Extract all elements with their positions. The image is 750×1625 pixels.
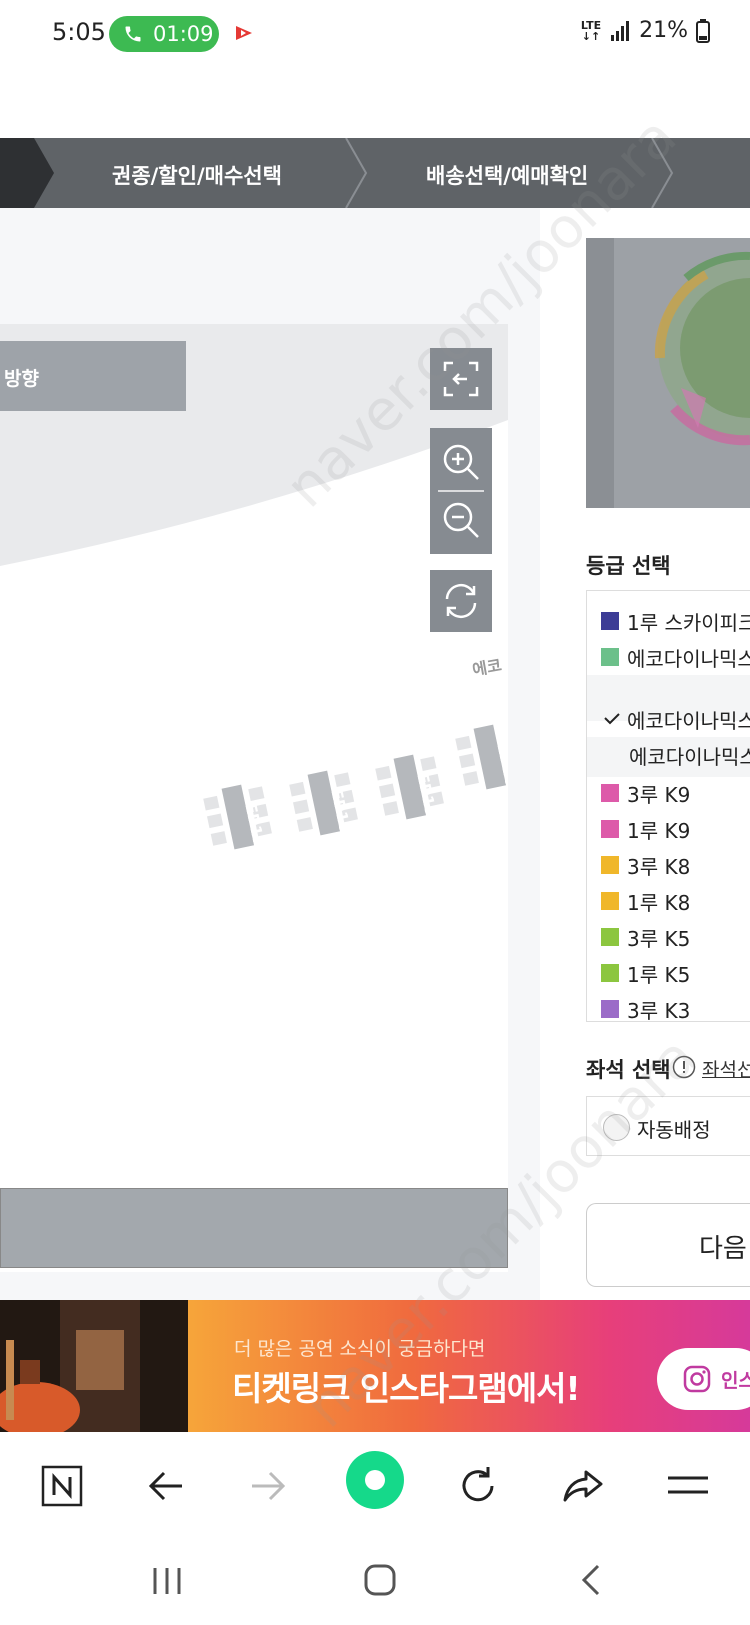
- instagram-button-label: 인스: [721, 1369, 750, 1392]
- grade-item[interactable]: 3루 K9: [601, 775, 690, 811]
- share-button[interactable]: [555, 1458, 611, 1514]
- grade-color-swatch: [601, 820, 619, 838]
- naver-home-button[interactable]: [34, 1458, 90, 1514]
- hamburger-icon: [668, 1476, 708, 1494]
- youtube-notification-icon: [236, 26, 252, 40]
- ticketlink-instagram-banner[interactable]: 더 많은 공연 소식이 궁금하다면 티켓링크 인스타그램에서! 인스: [0, 1300, 750, 1432]
- step-divider-icon: [345, 138, 368, 208]
- next-button-label: 다음: [699, 1234, 747, 1264]
- stadium-minimap-drawing: [654, 251, 750, 446]
- food-promo-image: [0, 1300, 188, 1432]
- arrow-right-icon: [252, 1471, 286, 1501]
- refresh-icon: [445, 583, 477, 619]
- zoom-controls: [430, 428, 492, 554]
- instagram-icon: [683, 1365, 711, 1393]
- lte-icon: LTE ↓↑: [580, 18, 602, 43]
- stadium-minimap[interactable]: [586, 238, 750, 508]
- phone-icon: [125, 26, 141, 42]
- status-indicators: LTE ↓↑ 21%: [581, 18, 710, 43]
- info-icon[interactable]: [672, 1055, 696, 1079]
- grade-item[interactable]: 1루 K5: [601, 955, 690, 991]
- browser-toolbar: [0, 1432, 750, 1542]
- grade-item-selected[interactable]: 에코다이나믹스: [603, 701, 750, 737]
- back-button[interactable]: [138, 1458, 194, 1514]
- auto-assign-option[interactable]: 자동배정: [586, 1096, 750, 1156]
- signal-icon: [611, 20, 630, 41]
- grade-color-swatch: [601, 856, 619, 874]
- grade-color-swatch: [601, 1000, 619, 1018]
- grade-select-title: 등급 선택: [586, 554, 671, 578]
- grade-item[interactable]: 1루 K8: [601, 883, 690, 919]
- grade-color-swatch: [601, 784, 619, 802]
- share-icon: [563, 1470, 603, 1502]
- grade-item[interactable]: 3루 K5: [601, 919, 690, 955]
- green-dot-button[interactable]: [345, 1450, 405, 1510]
- grade-color-swatch: [601, 892, 619, 910]
- system-back-icon[interactable]: [576, 1562, 606, 1598]
- call-timer: 01:09: [153, 22, 214, 46]
- green-dot-icon: [346, 1451, 404, 1509]
- zoom-out-icon[interactable]: [439, 498, 483, 542]
- naver-n-icon: [41, 1465, 83, 1507]
- grade-item[interactable]: 1루 K9: [601, 811, 690, 847]
- seat-select-help-link[interactable]: 좌석선: [702, 1055, 750, 1082]
- forward-button[interactable]: [240, 1458, 296, 1514]
- reload-icon: [462, 1467, 494, 1502]
- step-current: [0, 138, 34, 208]
- grade-list[interactable]: 1루 스카이피크 에코다이나믹스 에코다이나믹스 에코다이나믹스 3루 K9 1…: [586, 590, 750, 1022]
- step-delivery: 배송선택/예매확인: [426, 164, 589, 188]
- arrow-left-icon: [148, 1471, 182, 1501]
- grade-item[interactable]: 1루 스카이피크: [601, 603, 750, 639]
- auto-assign-radio[interactable]: [603, 1114, 630, 1141]
- battery-percent: 21%: [639, 18, 688, 43]
- ongoing-call-pill[interactable]: 01:09: [109, 16, 219, 52]
- home-icon[interactable]: [362, 1562, 398, 1598]
- instagram-button[interactable]: 인스: [657, 1348, 750, 1410]
- grade-color-swatch: [601, 928, 619, 946]
- step-divider-icon: [651, 138, 674, 208]
- checkmark-icon: [604, 713, 620, 725]
- grade-color-swatch: [601, 964, 619, 982]
- battery-icon: [696, 18, 710, 43]
- banner-subtitle: 더 많은 공연 소식이 궁금하다면: [234, 1338, 486, 1360]
- stage-direction-label: 방향: [4, 368, 39, 390]
- banner-headline: 티켓링크 인스타그램에서!: [232, 1369, 580, 1408]
- fit-view-button[interactable]: [430, 348, 492, 410]
- next-button[interactable]: 다음: [586, 1203, 750, 1287]
- map-bottom-bar: [0, 1188, 508, 1268]
- seat-select-title: 좌석 선택: [586, 1058, 671, 1082]
- status-bar: 5:05 01:09 LTE ↓↑ 21%: [0, 0, 750, 70]
- grade-color-swatch: [601, 612, 619, 630]
- food-photo: [0, 1300, 188, 1432]
- exit-fullscreen-icon: [443, 361, 479, 397]
- grade-item[interactable]: 3루 K8: [601, 847, 690, 883]
- step-ticket-type: 권종/할인/매수선택: [112, 164, 282, 188]
- grade-sub-item[interactable]: 에코다이나믹스: [629, 737, 750, 773]
- menu-button[interactable]: [660, 1458, 716, 1514]
- section-label: 에코: [470, 655, 504, 680]
- system-nav-bar: [0, 1542, 750, 1625]
- grade-item[interactable]: 에코다이나믹스: [601, 639, 750, 675]
- recent-apps-icon[interactable]: [150, 1564, 184, 1598]
- reload-button[interactable]: [450, 1458, 506, 1514]
- grade-item[interactable]: 3루 K3: [601, 991, 690, 1021]
- stage-direction-box: 방향: [0, 341, 186, 411]
- refresh-map-button[interactable]: [430, 570, 492, 632]
- auto-assign-label: 자동배정: [637, 1118, 711, 1142]
- zoom-in-icon[interactable]: [439, 440, 483, 484]
- grade-color-swatch: [601, 648, 619, 666]
- booking-steps-bar: 권종/할인/매수선택 배송선택/예매확인: [0, 138, 750, 208]
- status-time: 5:05: [52, 18, 106, 46]
